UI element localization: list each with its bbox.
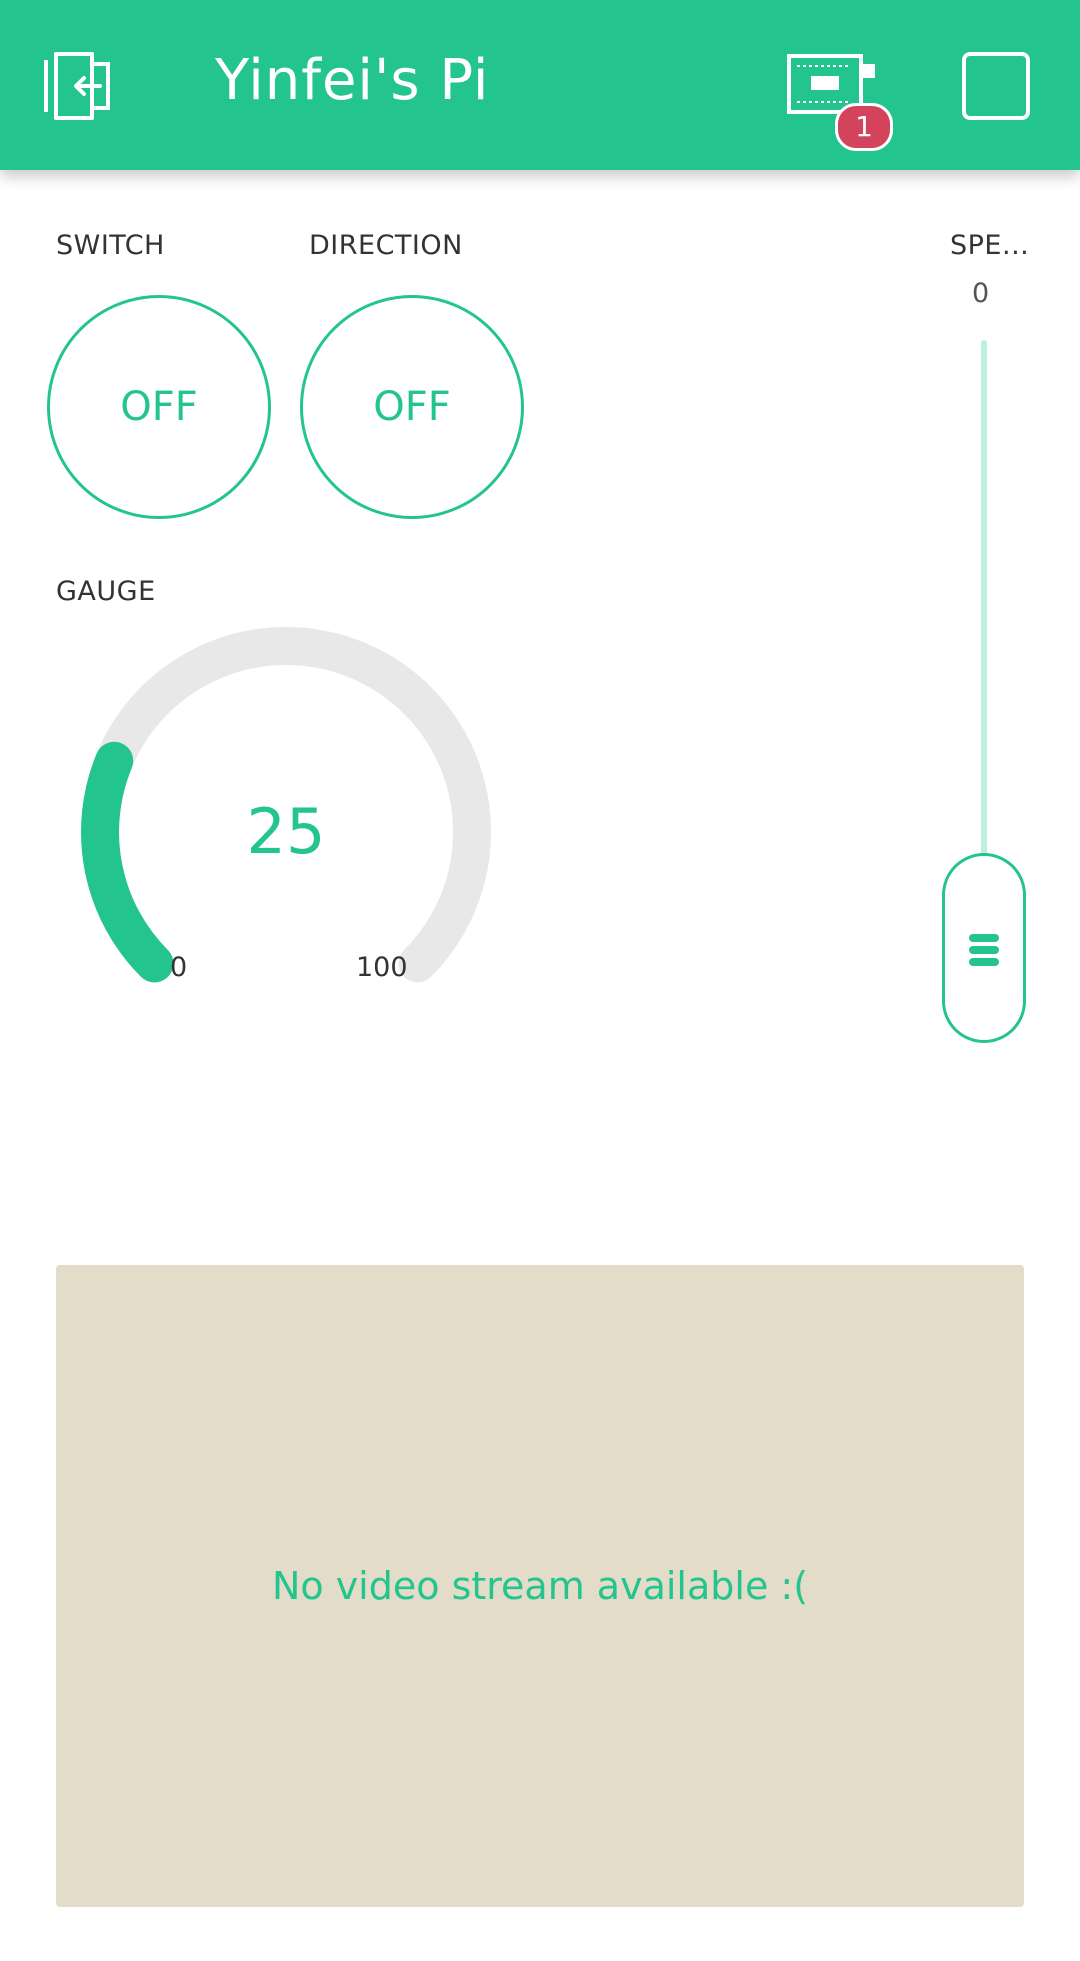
app-bar: Yinfei's Pi 1 [0,0,1080,170]
gauge-max-label: 100 [356,952,408,983]
video-stream-panel: No video stream available :( [56,1265,1024,1907]
notification-badge: 1 [835,103,893,151]
gauge-fill [81,741,174,983]
switch-label: SWITCH [56,230,165,261]
switch-button[interactable]: OFF [47,295,271,519]
project-title: Yinfei's Pi [215,48,490,113]
direction-button[interactable]: OFF [300,295,524,519]
square-stop-icon[interactable] [962,52,1030,120]
gauge-min-label: 0 [170,952,188,983]
direction-label: DIRECTION [309,230,463,261]
speed-value: 0 [972,278,990,309]
gauge-value: 25 [246,795,326,868]
video-status-message: No video stream available :( [271,1564,809,1608]
speed-slider-track[interactable] [981,340,987,860]
speed-slider-handle[interactable] [942,853,1026,1043]
exit-to-left-icon[interactable] [42,50,126,122]
grip-lines-icon [969,934,999,966]
switch-state: OFF [120,384,198,430]
direction-state: OFF [373,384,451,430]
speed-label: SPE... [950,230,1030,261]
